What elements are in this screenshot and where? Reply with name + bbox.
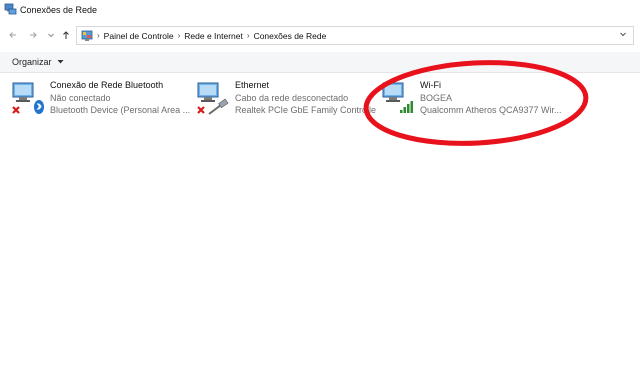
organize-button[interactable]: Organizar	[12, 57, 64, 67]
connection-ethernet[interactable]: Ethernet Cabo da rede desconectado Realt…	[195, 80, 377, 120]
annotation-circle	[363, 60, 589, 146]
arrow-left-icon	[9, 32, 16, 38]
address-bar[interactable]: › Painel de Controle › Rede e Internet ›…	[76, 26, 634, 45]
connection-status: Cabo da rede desconectado	[235, 93, 349, 103]
connection-bluetooth[interactable]: Conexão de Rede Bluetooth Não conectado …	[10, 80, 190, 120]
breadcrumb-network-internet[interactable]: Rede e Internet	[184, 31, 243, 41]
forward-button[interactable]	[26, 28, 40, 42]
breadcrumb-control-panel[interactable]: Painel de Controle	[104, 31, 174, 41]
arrow-up-icon	[63, 31, 69, 39]
control-panel-icon	[81, 30, 93, 42]
navigation-bar: › Painel de Controle › Rede e Internet ›…	[0, 24, 640, 48]
arrow-right-icon	[30, 32, 37, 38]
address-dropdown-icon[interactable]	[619, 30, 627, 40]
up-button[interactable]	[59, 28, 73, 42]
connection-device: Bluetooth Device (Personal Area ...	[50, 105, 191, 115]
organize-label: Organizar	[12, 57, 52, 67]
connection-device: Realtek PCIe GbE Family Controlle	[235, 105, 377, 115]
back-button[interactable]	[6, 28, 20, 42]
breadcrumb-network-connections[interactable]: Conexões de Rede	[254, 31, 327, 41]
network-adapter-icon	[10, 80, 44, 116]
recent-locations-button[interactable]	[44, 28, 58, 42]
network-connections-icon	[4, 3, 17, 18]
connection-name: Ethernet	[235, 80, 270, 90]
connection-name: Conexão de Rede Bluetooth	[50, 80, 164, 90]
window-title: Conexões de Rede	[20, 5, 98, 15]
connection-status: Não conectado	[50, 93, 111, 103]
ethernet-adapter-icon	[195, 80, 229, 116]
chevron-right-icon[interactable]: ›	[178, 31, 181, 40]
chevron-down-icon	[48, 33, 54, 38]
chevron-right-icon[interactable]: ›	[247, 31, 250, 40]
caret-down-icon	[57, 60, 64, 64]
chevron-right-icon: ›	[97, 31, 100, 40]
title-bar: Conexões de Rede	[0, 0, 640, 20]
